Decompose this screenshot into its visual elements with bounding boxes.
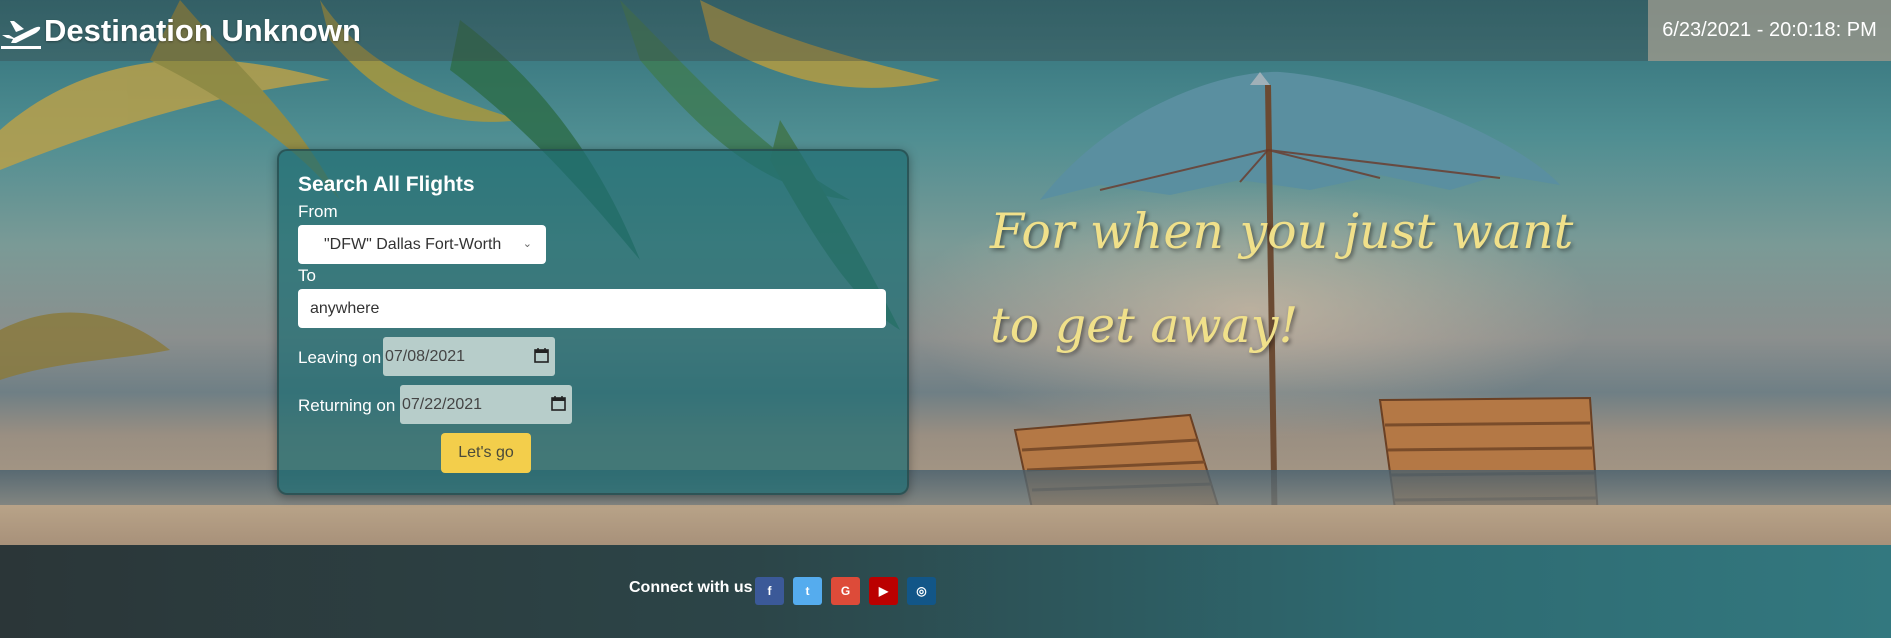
from-label: From bbox=[298, 202, 338, 221]
facebook-icon[interactable]: f bbox=[755, 577, 784, 605]
leaving-date-value: 07/08/2021 bbox=[385, 347, 466, 365]
returning-label: Returning on bbox=[298, 396, 396, 415]
calendar-icon[interactable] bbox=[534, 348, 549, 363]
leaving-label: Leaving on bbox=[298, 348, 382, 367]
tagline-line-2: to get away! bbox=[990, 297, 1299, 354]
lets-go-button[interactable]: Let's go bbox=[441, 433, 531, 473]
instagram-icon[interactable]: ◎ bbox=[907, 577, 936, 605]
tagline: For when you just want to get away! bbox=[990, 185, 1610, 373]
top-bar: Destination Unknown 6/23/2021 - 20:0:18:… bbox=[0, 0, 1891, 61]
sand bbox=[0, 505, 1891, 545]
to-label: To bbox=[298, 266, 316, 285]
google-icon[interactable]: G bbox=[831, 577, 860, 605]
plane-departure-icon bbox=[1, 21, 41, 49]
twitter-icon[interactable]: t bbox=[793, 577, 822, 605]
clock-display: 6/23/2021 - 20:0:18: PM bbox=[1648, 0, 1891, 61]
leaving-date-input[interactable]: 07/08/2021 bbox=[383, 337, 555, 376]
from-select-value: "DFW" Dallas Fort-Worth bbox=[324, 235, 502, 253]
to-input[interactable] bbox=[298, 289, 886, 328]
returning-date-input[interactable]: 07/22/2021 bbox=[400, 385, 572, 424]
brand-title: Destination Unknown bbox=[44, 13, 361, 48]
youtube-icon[interactable]: ▶ bbox=[869, 577, 898, 605]
tagline-line-1: For when you just want bbox=[990, 203, 1574, 260]
calendar-icon[interactable] bbox=[551, 396, 566, 411]
search-title: Search All Flights bbox=[298, 173, 475, 196]
returning-date-value: 07/22/2021 bbox=[402, 395, 483, 413]
connect-label: Connect with us bbox=[629, 579, 753, 596]
from-select[interactable]: "DFW" Dallas Fort-Worth ⌄ bbox=[298, 225, 546, 264]
brand[interactable]: Destination Unknown bbox=[0, 10, 361, 52]
flight-search-card: Search All Flights From "DFW" Dallas For… bbox=[277, 149, 909, 495]
footer: Connect with us f t G ▶ ◎ bbox=[0, 545, 1891, 638]
chevron-down-icon: ⌄ bbox=[522, 237, 532, 250]
